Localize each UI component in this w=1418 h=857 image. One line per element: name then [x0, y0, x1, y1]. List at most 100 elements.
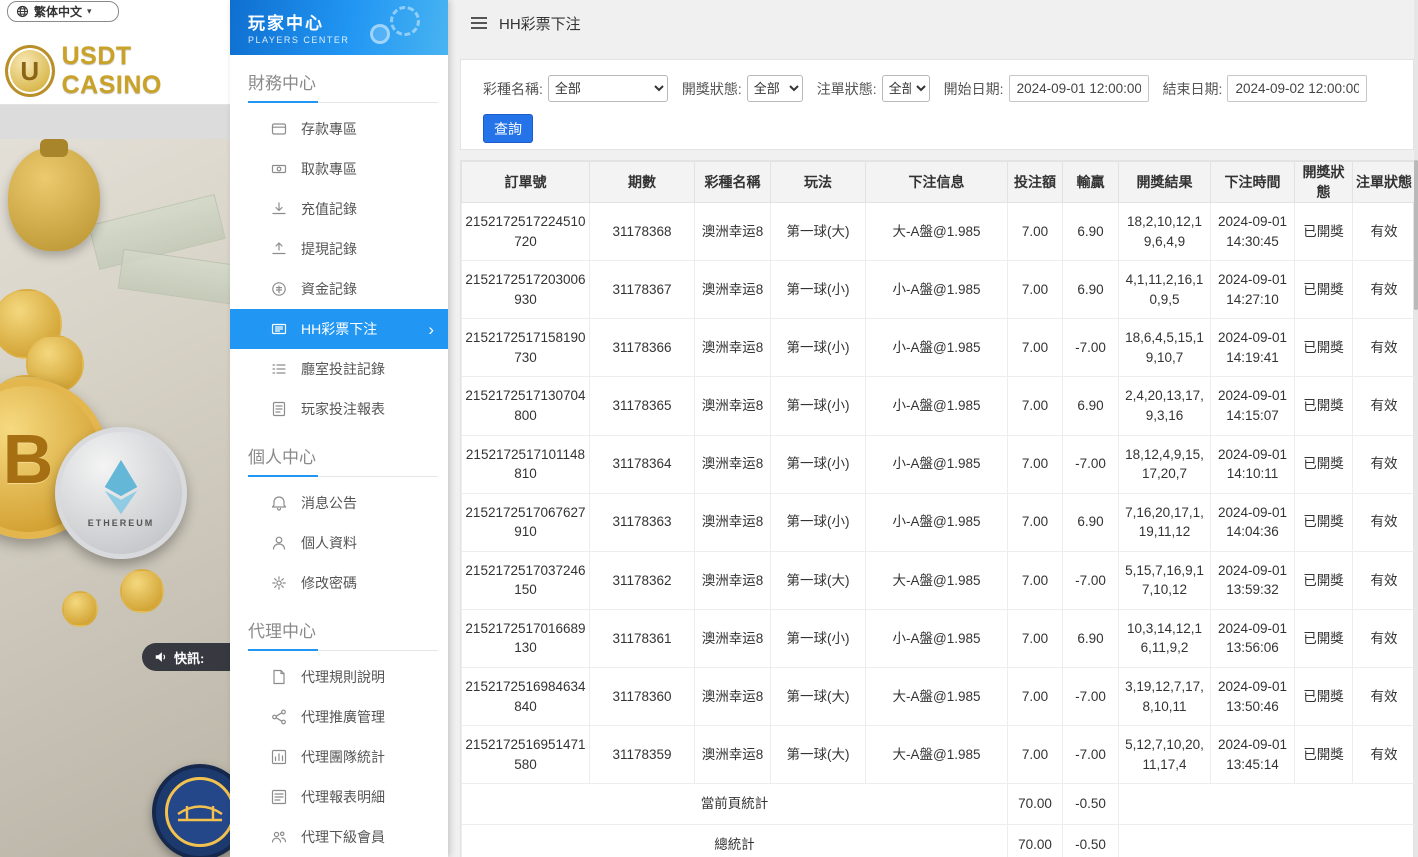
- table-cell: 大-A盤@1.985: [865, 201, 1008, 262]
- agent-promo-icon: [270, 709, 287, 725]
- table-cell: 有效: [1352, 434, 1416, 494]
- agent-rules-icon: [270, 669, 287, 685]
- table-cell: 2024-09-01 13:45:14: [1210, 725, 1295, 785]
- profile-icon: [270, 535, 287, 551]
- column-header: 玩法: [770, 161, 866, 203]
- agent-team-stats-icon: [270, 749, 287, 765]
- start-date-label: 開始日期:: [943, 80, 1004, 97]
- table-row: 2152172517158190730 31178366 澳洲幸运8 第一球(小) 小-…: [461, 318, 1416, 378]
- sidebar-item[interactable]: 充值記錄: [230, 189, 448, 229]
- casino-logo[interactable]: U USDT CASINO: [5, 42, 230, 100]
- bets-table: 訂單號 期數 彩種名稱 玩法 下注信息 投注額 輸贏 開獎結果 下注時間 開獎狀態 注單狀態 215…: [461, 161, 1416, 857]
- scrollbar[interactable]: [1414, 0, 1418, 857]
- sidebar-item[interactable]: 廳室投註記錄: [230, 349, 448, 389]
- caret-down-icon: ▾: [87, 6, 92, 16]
- menu-icon[interactable]: [470, 16, 488, 30]
- withdraw-record-icon: [270, 241, 287, 257]
- table-cell: 18,2,10,12,19,6,4,9: [1118, 201, 1211, 262]
- table-cell: 7.00: [1007, 666, 1063, 727]
- table-row: 2152172517037246150 31178362 澳洲幸运8 第一球(大) 大-…: [461, 550, 1416, 610]
- table-cell: 已開獎: [1294, 434, 1353, 494]
- sidebar-item[interactable]: 玩家投注報表: [230, 389, 448, 429]
- table-cell: 2152172517037246150: [461, 550, 590, 610]
- banknote-decor: [117, 248, 230, 306]
- sidebar-sections: 財務中心 存款專區 取款專區 充值記錄 提現記錄 資金記錄 HH彩票下注 › 廳室投註記錄 玩家投…: [230, 55, 448, 857]
- sidebar-item[interactable]: 代理推廣管理: [230, 697, 448, 737]
- bridge-icon: [165, 777, 230, 847]
- sidebar-item[interactable]: 代理報表明細: [230, 777, 448, 817]
- draw-status-select[interactable]: 全部: [746, 75, 803, 102]
- announcement-icon: [270, 495, 287, 511]
- sidebar-item[interactable]: 個人資料: [230, 523, 448, 563]
- table-cell: 澳洲幸运8: [694, 201, 771, 262]
- table-cell: 已開獎: [1294, 260, 1353, 320]
- sidebar-item[interactable]: 消息公告: [230, 483, 448, 523]
- ticker-label: 快訊:: [174, 650, 205, 666]
- table-cell: 6.90: [1062, 260, 1119, 320]
- news-ticker[interactable]: 快訊:: [142, 643, 230, 671]
- sidebar-section-title: 個人中心: [248, 429, 438, 477]
- lottery-name-select[interactable]: 全部: [547, 75, 668, 102]
- table-cell: 澳洲幸运8: [694, 434, 771, 494]
- table-cell: 第一球(大): [770, 550, 866, 610]
- language-label: 繁体中文: [34, 5, 83, 19]
- table-cell: 3,19,12,7,17,8,10,11: [1118, 666, 1211, 727]
- column-header: 訂單號: [461, 161, 590, 203]
- logo-text: USDT CASINO: [61, 42, 162, 99]
- start-date-input[interactable]: [1008, 75, 1149, 102]
- column-header: 開獎狀態: [1294, 161, 1353, 203]
- column-header: 下注時間: [1210, 161, 1295, 203]
- table-cell: -7.00: [1062, 434, 1119, 494]
- sidebar-item[interactable]: HH彩票下注 ›: [230, 309, 448, 349]
- filter-panel: 彩種名稱: 全部 開獎狀態: 全部 注單狀態: 全部 開始日期: 結束日期: 查…: [460, 59, 1414, 150]
- grand-total-row: 總統計 70.00 -0.50: [461, 823, 1416, 857]
- end-date-input[interactable]: [1227, 75, 1368, 102]
- table-cell: 澳洲幸运8: [694, 492, 771, 552]
- table-cell: 澳洲幸运8: [694, 260, 771, 320]
- sidebar-item[interactable]: 資金記錄: [230, 269, 448, 309]
- table-cell: 2152172517067627910: [461, 492, 590, 552]
- withdraw-icon: [270, 161, 287, 177]
- money-bag-decor: [8, 139, 100, 251]
- table-cell: 大-A盤@1.985: [865, 666, 1008, 727]
- column-header: 期數: [589, 161, 695, 203]
- table-cell: 小-A盤@1.985: [865, 608, 1008, 669]
- table-cell: 31178360: [589, 666, 695, 727]
- sidebar-item[interactable]: 修改密碼: [230, 563, 448, 603]
- sidebar-item[interactable]: 代理團隊統計: [230, 737, 448, 777]
- table-cell: -7.00: [1062, 550, 1119, 610]
- table-cell: 31178367: [589, 260, 695, 320]
- table-cell: 2152172517203006930: [461, 260, 590, 320]
- sidebar-item-label: 資金記錄: [301, 281, 357, 297]
- table-cell: 6.90: [1062, 608, 1119, 669]
- sidebar-item[interactable]: 代理下級會員: [230, 817, 448, 857]
- table-cell: 31178363: [589, 492, 695, 552]
- table-cell: 第一球(小): [770, 376, 866, 436]
- search-button[interactable]: 查詢: [483, 114, 533, 143]
- language-selector[interactable]: 繁体中文 ▾: [7, 1, 119, 22]
- table-cell: 4,1,11,2,16,10,9,5: [1118, 260, 1211, 320]
- table-cell: -7.00: [1062, 318, 1119, 378]
- table-cell: 7.00: [1007, 725, 1063, 785]
- table-cell: 18,6,4,5,15,19,10,7: [1118, 318, 1211, 378]
- sidebar-item-label: 代理規則說明: [301, 669, 385, 685]
- gray-strip: [0, 105, 230, 139]
- table-cell: 已開獎: [1294, 201, 1353, 262]
- sidebar-item-label: 代理報表明細: [301, 789, 385, 805]
- order-status-select[interactable]: 全部: [881, 75, 930, 102]
- table-cell: 第一球(小): [770, 492, 866, 552]
- sidebar-item[interactable]: 代理規則說明: [230, 657, 448, 697]
- table-row: 2152172516951471580 31178359 澳洲幸运8 第一球(大) 大-…: [461, 725, 1416, 785]
- table-header-row: 訂單號 期數 彩種名稱 玩法 下注信息 投注額 輸贏 開獎結果 下注時間 開獎狀態 注單狀態: [461, 161, 1416, 203]
- sidebar-item[interactable]: 提現記錄: [230, 229, 448, 269]
- scrollbar-thumb[interactable]: [1414, 160, 1418, 310]
- table-cell: 2024-09-01 14:10:11: [1210, 434, 1295, 494]
- table-cell: 5,15,7,16,9,17,10,12: [1118, 550, 1211, 610]
- player-report-icon: [270, 401, 287, 417]
- sidebar-item[interactable]: 取款專區: [230, 149, 448, 189]
- page-total-row: 當前頁統計 70.00 -0.50: [461, 783, 1416, 825]
- sidebar: 玩家中心 PLAYERS CENTER 財務中心 存款專區 取款專區 充值記錄 提現記錄…: [230, 0, 448, 857]
- table-cell: 2,4,20,13,17,9,3,16: [1118, 376, 1211, 436]
- sidebar-item[interactable]: 存款專區: [230, 109, 448, 149]
- table-cell: 2152172517101148810: [461, 434, 590, 494]
